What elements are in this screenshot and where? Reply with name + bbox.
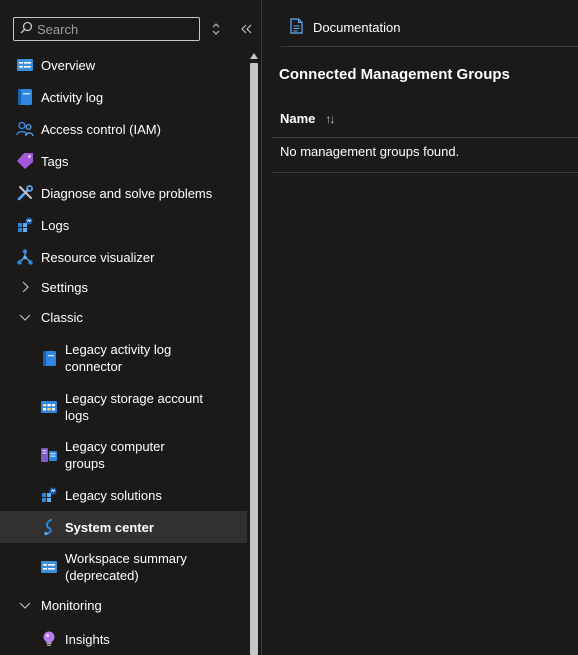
activity-log-icon [40,349,58,367]
storage-account-icon [40,398,58,416]
sidebar-item-legacy-computer-groups[interactable]: Legacy computer groups [0,431,247,479]
table-header-divider [272,137,578,138]
sidebar-item-tags[interactable]: Tags [0,145,247,177]
logs-icon [16,216,34,234]
sidebar-item-label: Resource visualizer [41,249,155,265]
empty-state-message: No management groups found. [280,144,460,159]
workspace-summary-icon [40,558,58,576]
sidebar-group-monitoring[interactable]: Monitoring [0,591,247,619]
activity-log-icon [16,88,34,106]
chevron-down-icon [16,308,34,326]
documentation-label: Documentation [313,20,401,35]
scrollbar-thumb[interactable] [250,63,258,655]
sidebar-group-settings[interactable]: Settings [0,273,247,301]
sidebar-group-label: Monitoring [41,597,102,613]
sidebar-item-label: Legacy solutions [65,487,162,503]
sidebar-item-label: Tags [41,153,69,169]
chevron-right-icon [16,278,34,296]
scroll-up-arrow-icon[interactable] [250,53,258,59]
sidebar-group-label: Settings [41,279,88,295]
sidebar-item-workspace-summary[interactable]: Workspace summary (deprecated) [0,543,247,591]
sidebar-nav: Overview Activity log Access control (IA… [0,49,247,655]
computer-groups-icon [40,446,58,464]
document-icon [290,18,303,37]
sidebar-item-legacy-activity-log-connector[interactable]: Legacy activity log connector [0,333,247,383]
sidebar-item-resource-visualizer[interactable]: Resource visualizer [0,241,247,273]
sidebar-item-label: Legacy activity log connector [65,342,172,374]
sidebar-item-label: Legacy computer groups [65,439,165,471]
sidebar-item-insights[interactable]: Insights [0,619,247,655]
chevron-down-icon [16,596,34,614]
people-icon [16,120,34,138]
tag-icon [16,152,34,170]
solutions-icon [40,486,58,504]
sidebar-item-label: Overview [41,57,96,73]
double-chevron-left-icon [241,24,252,34]
toolbar-divider [281,46,578,47]
documentation-link[interactable]: Documentation [290,18,400,37]
column-header-name[interactable]: Name ↑↓ [280,111,335,126]
lightbulb-icon [40,630,58,648]
sidebar-item-label: Activity log [41,89,104,105]
sidebar-scrollbar[interactable] [247,47,261,655]
overview-icon [16,56,34,74]
wrench-screwdriver-icon [16,184,34,202]
sidebar-item-activity-log[interactable]: Activity log [0,81,247,113]
sidebar-item-legacy-storage-account-logs[interactable]: Legacy storage account logs [0,383,247,431]
pane-divider [261,0,262,655]
sidebar-group-classic[interactable]: Classic [0,301,247,333]
search-icon [20,21,33,37]
sidebar-item-access-control[interactable]: Access control (IAM) [0,113,247,145]
sidebar-item-system-center[interactable]: System center [0,511,247,543]
sidebar-item-overview[interactable]: Overview [0,49,247,81]
sidebar-item-label: Logs [41,217,70,233]
page-title: Connected Management Groups [279,66,510,83]
sidebar-item-legacy-solutions[interactable]: Legacy solutions [0,479,247,511]
sort-toggle-button[interactable] [206,19,226,39]
table-row-divider [272,172,578,173]
sidebar-item-label: Workspace summary (deprecated) [65,551,187,583]
sidebar-group-label: Classic [41,309,83,325]
sidebar-item-label: System center [65,519,154,535]
sort-updown-icon [212,23,220,35]
sidebar-item-diagnose[interactable]: Diagnose and solve problems [0,177,247,209]
collapse-sidebar-button[interactable] [236,19,256,39]
system-center-icon [40,518,58,536]
search-box[interactable] [13,17,200,41]
sidebar-item-label: Legacy storage account logs [65,391,204,423]
search-input[interactable] [37,21,187,37]
sidebar-item-label: Insights [65,631,110,647]
hierarchy-icon [16,248,34,266]
sidebar-item-label: Access control (IAM) [41,121,161,137]
sidebar-item-logs[interactable]: Logs [0,209,247,241]
column-header-label: Name [280,111,316,126]
resource-sidebar: Overview Activity log Access control (IA… [0,0,252,655]
sidebar-item-label: Diagnose and solve problems [41,185,213,201]
sort-arrows-icon[interactable]: ↑↓ [325,112,335,126]
